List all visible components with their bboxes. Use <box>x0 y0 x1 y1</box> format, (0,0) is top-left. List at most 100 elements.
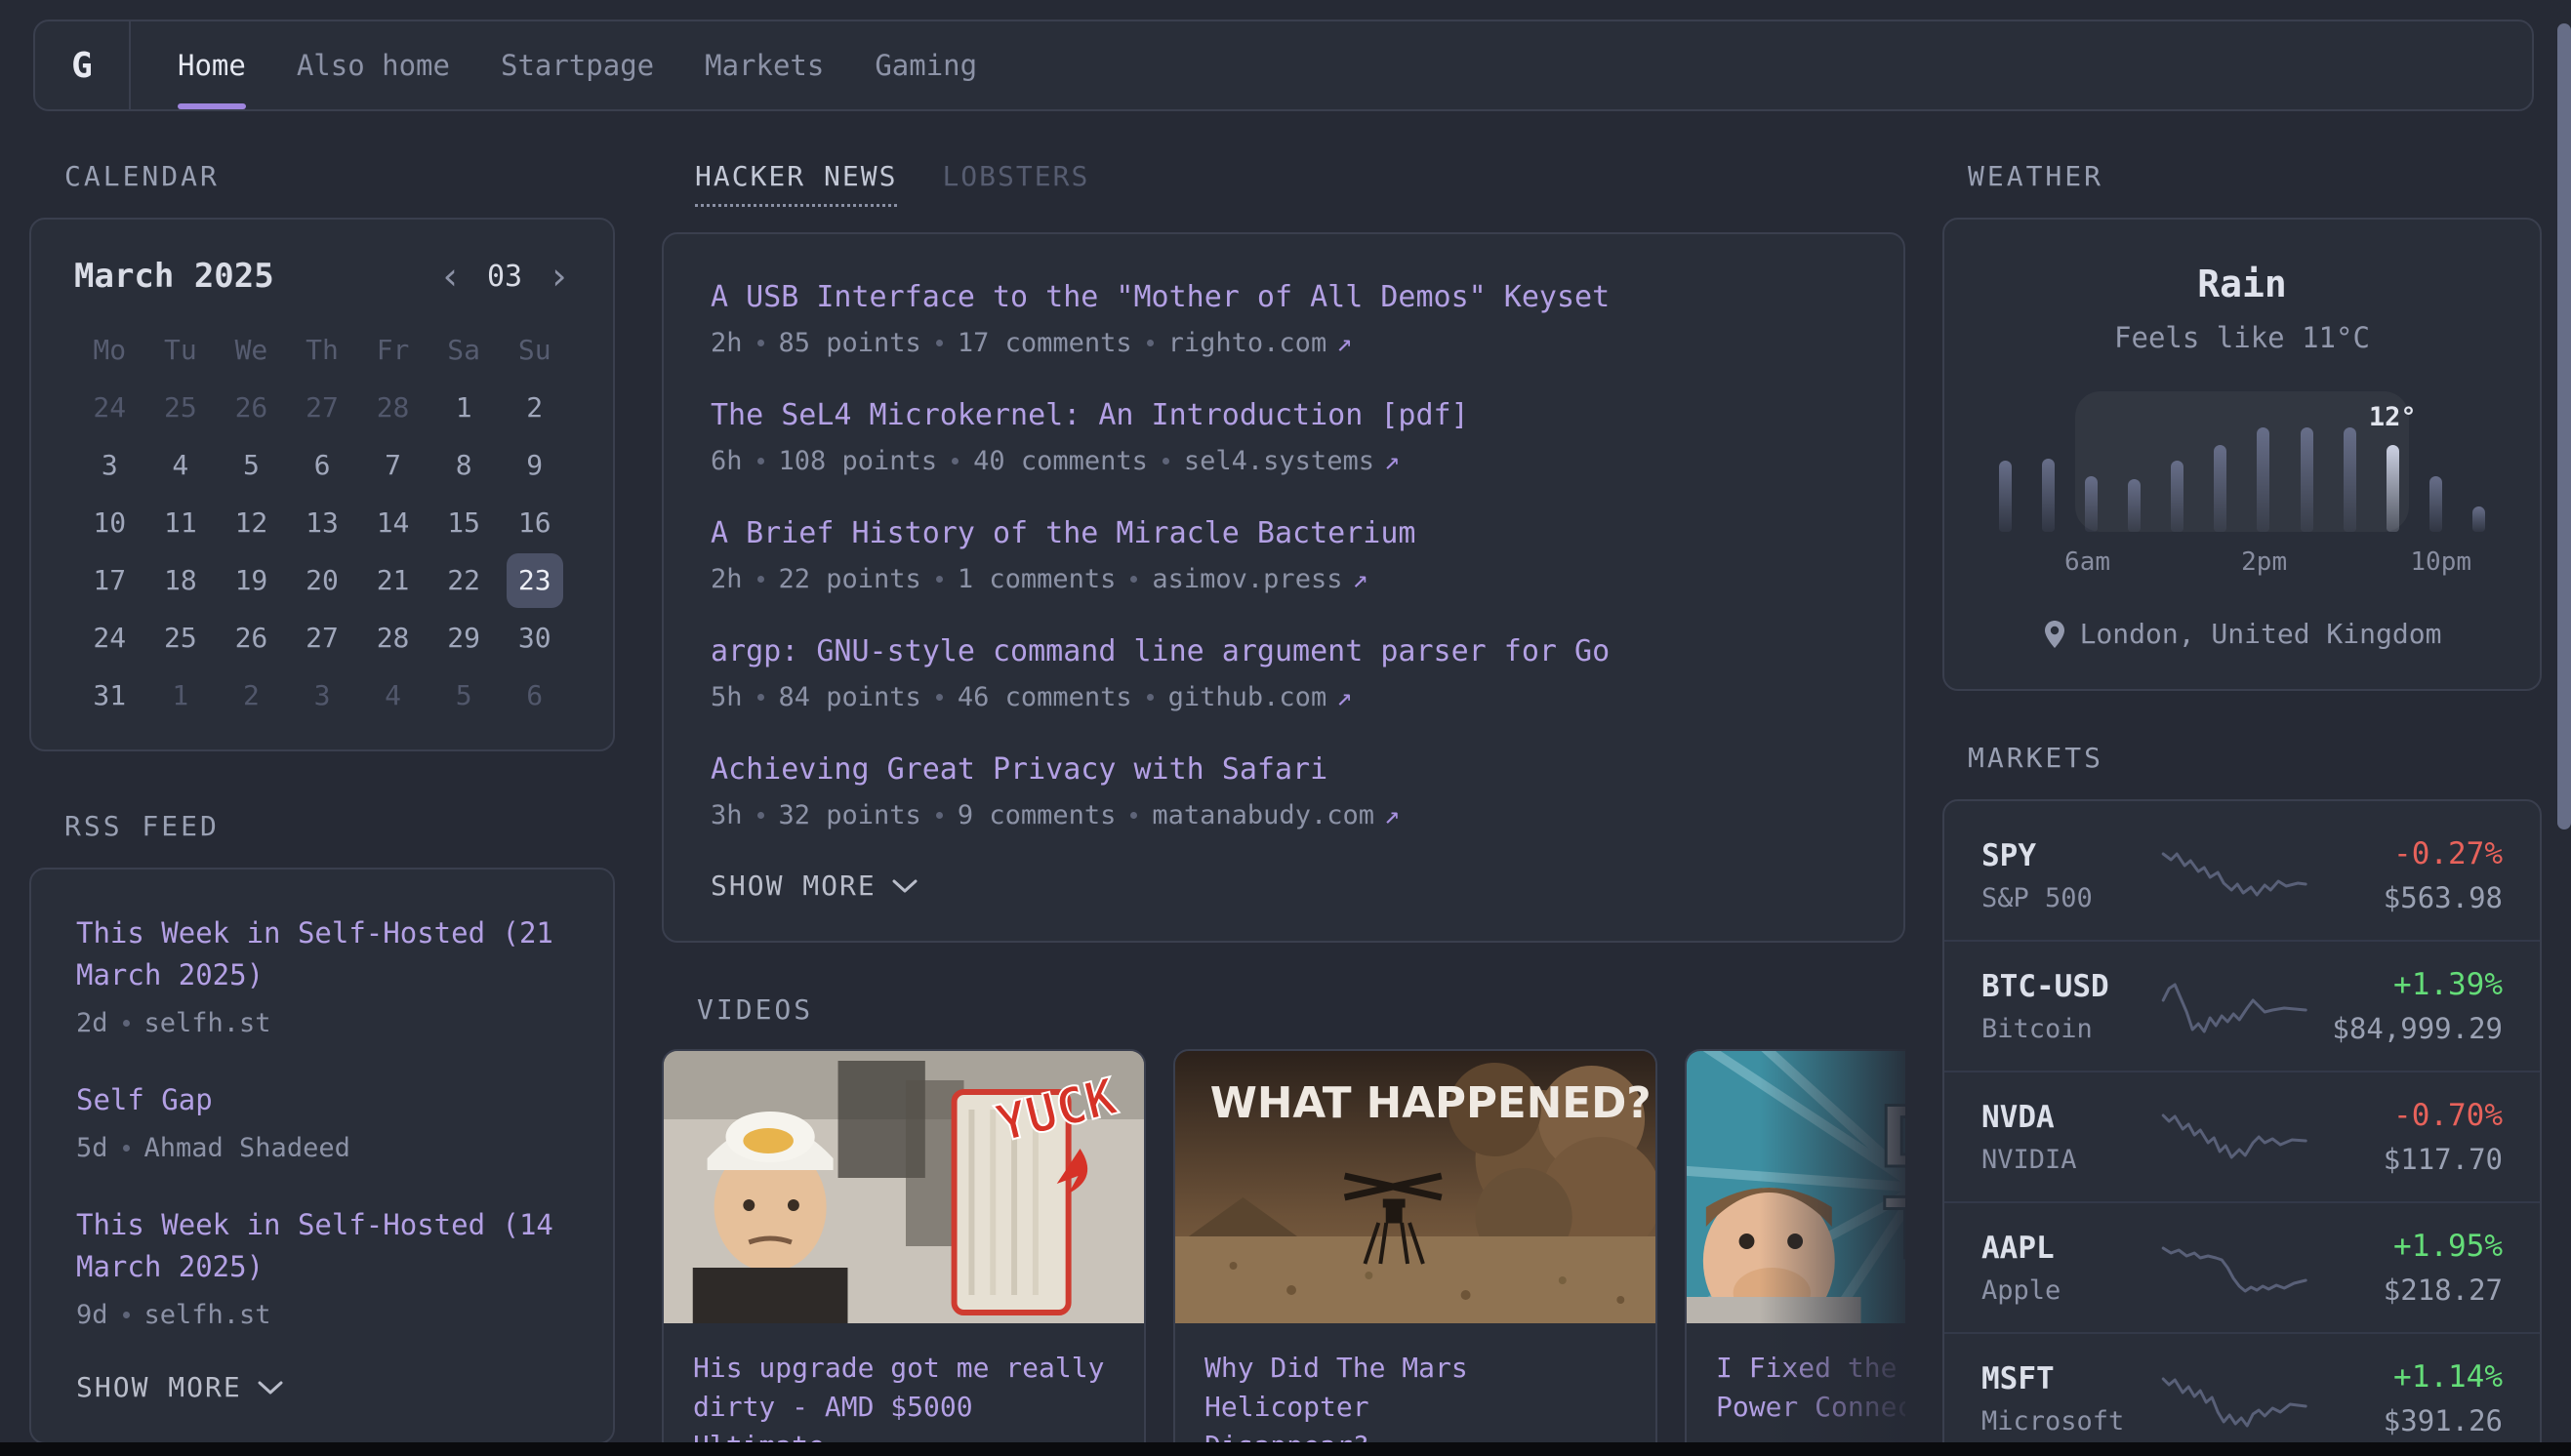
app-logo[interactable]: G <box>35 21 131 109</box>
top-navbar: G Home Also home Startpage Markets Gaming <box>33 20 2534 111</box>
external-link-icon: ↗ <box>1384 800 1400 830</box>
dot-separator <box>123 1312 130 1318</box>
video-card[interactable]: DO T I Fixed the 5090's Power Connector … <box>1685 1049 1905 1456</box>
hacker-news-widget: A USB Interface to the "Mother of All De… <box>662 232 1905 943</box>
chevron-down-icon <box>892 878 918 894</box>
rss-item: Self Gap5dAhmad Shadeed <box>76 1079 568 1163</box>
rss-item-title[interactable]: Self Gap <box>76 1079 568 1121</box>
market-row[interactable]: SPYS&P 500-0.27%$563.98 <box>1944 811 2540 940</box>
news-item-domain-link[interactable]: matanabudy.com <box>1152 800 1374 830</box>
dot-separator <box>123 1145 130 1152</box>
nav-item-startpage[interactable]: Startpage <box>501 21 654 109</box>
tab-lobsters[interactable]: LOBSTERS <box>942 160 1089 207</box>
market-values: +1.95%$218.27 <box>2313 1229 2503 1307</box>
nav-item-gaming[interactable]: Gaming <box>875 21 977 109</box>
market-price: $117.70 <box>2313 1143 2503 1176</box>
news-item-domain-link[interactable]: righto.com <box>1168 328 1327 358</box>
calendar-weekday: Th <box>287 321 358 379</box>
news-item-meta: 5h84 points46 commentsgithub.com↗ <box>711 682 1857 712</box>
calendar-day: 22 <box>428 551 500 609</box>
calendar-day: 25 <box>145 609 217 667</box>
video-thumbnail: DO T <box>1687 1051 1905 1323</box>
video-title[interactable]: Why Did The Mars Helicopter Disappear? <box>1204 1349 1626 1456</box>
market-info: BTC-USDBitcoin <box>1981 969 2156 1044</box>
external-link-icon: ↗ <box>1352 564 1367 594</box>
news-item-comments: 1 comments <box>958 564 1117 594</box>
calendar-day: 2 <box>499 379 570 436</box>
weather-bars: 12° <box>1999 425 2485 532</box>
market-values: -0.27% $563.98 <box>2313 836 2503 914</box>
nav-item-markets[interactable]: Markets <box>705 21 824 109</box>
weather-bar <box>1999 461 2012 532</box>
news-item-domain-link[interactable]: asimov.press <box>1152 564 1342 594</box>
rss-item-title[interactable]: This Week in Self-Hosted (14 March 2025) <box>76 1204 568 1288</box>
video-title[interactable]: I Fixed the 5090's Power Connector Probl… <box>1716 1349 1905 1427</box>
markets-list: SPYS&P 500-0.27%$563.98BTC-USDBitcoin+1.… <box>1944 811 2540 1456</box>
news-item-title[interactable]: argp: GNU-style command line argument pa… <box>711 633 1857 670</box>
rss-item-title[interactable]: This Week in Self-Hosted (21 March 2025) <box>76 912 568 996</box>
news-item-domain-link[interactable]: sel4.systems <box>1184 446 1374 476</box>
rss-item-source: selfh.st <box>144 1300 271 1330</box>
tab-hacker-news[interactable]: HACKER NEWS <box>695 160 897 207</box>
calendar-day: 4 <box>357 667 428 724</box>
news-item-domain-link[interactable]: github.com <box>1168 682 1327 712</box>
news-item-points: 84 points <box>779 682 921 712</box>
video-card[interactable]: YUCK His upgrade got me really dirty - A… <box>662 1049 1146 1456</box>
rss-item: This Week in Self-Hosted (14 March 2025)… <box>76 1204 568 1330</box>
calendar-prev-icon[interactable]: ‹ <box>439 262 462 291</box>
news-item-title[interactable]: Achieving Great Privacy with Safari <box>711 751 1857 789</box>
nav-item-home[interactable]: Home <box>178 21 246 109</box>
video-card[interactable]: WHAT HAPPENED? Why Did The Mars Helicopt… <box>1173 1049 1657 1456</box>
market-sparkline <box>2156 1236 2312 1299</box>
news-item-title[interactable]: A Brief History of the Miracle Bacterium <box>711 515 1857 552</box>
market-change: -0.27% <box>2313 836 2503 871</box>
market-row[interactable]: NVDANVIDIA-0.70%$117.70 <box>1944 1071 2540 1201</box>
weather-section-title: WEATHER <box>1942 160 2542 192</box>
video-thumbnail: WHAT HAPPENED? <box>1175 1051 1655 1323</box>
scrollbar-thumb[interactable] <box>2557 23 2571 829</box>
dot-separator <box>936 576 943 583</box>
news-item: A Brief History of the Miracle Bacterium… <box>711 515 1857 594</box>
market-sparkline <box>2156 844 2312 907</box>
video-title[interactable]: His upgrade got me really dirty - AMD $5… <box>693 1349 1115 1456</box>
dot-separator <box>757 812 764 819</box>
dot-separator <box>757 340 764 346</box>
news-item-comments: 9 comments <box>958 800 1117 830</box>
news-item-age: 2h <box>711 328 743 358</box>
markets-section-title: MARKETS <box>1942 742 2542 774</box>
news-item-points: 32 points <box>779 800 921 830</box>
calendar-next-icon[interactable]: › <box>548 262 570 291</box>
news-item-title[interactable]: The SeL4 Microkernel: An Introduction [p… <box>711 397 1857 434</box>
left-column: CALENDAR March 2025 ‹ 03 › MoTuWeThFrSaS… <box>29 146 615 1456</box>
calendar-day: 6 <box>287 436 358 494</box>
calendar-day: 16 <box>499 494 570 551</box>
news-item: A USB Interface to the "Mother of All De… <box>711 279 1857 358</box>
dot-separator <box>1147 694 1154 701</box>
market-info: MSFTMicrosoft <box>1981 1361 2156 1436</box>
weather-location: London, United Kingdom <box>2080 618 2442 650</box>
market-values: -0.70%$117.70 <box>2313 1098 2503 1176</box>
market-price: $563.98 <box>2313 881 2503 914</box>
market-price: $84,999.29 <box>2313 1012 2503 1045</box>
calendar-grid: MoTuWeThFrSaSu24252627281234567891011121… <box>74 321 570 724</box>
market-row[interactable]: BTC-USDBitcoin+1.39%$84,999.29 <box>1944 940 2540 1071</box>
market-row[interactable]: MSFTMicrosoft+1.14%$391.26 <box>1944 1332 2540 1456</box>
weather-hourly-chart: 12° <box>1999 425 2485 532</box>
news-show-more-button[interactable]: SHOW MORE <box>711 870 1857 902</box>
nav-item-also-home[interactable]: Also home <box>297 21 450 109</box>
dot-separator <box>757 576 764 583</box>
news-item-points: 85 points <box>779 328 921 358</box>
market-row[interactable]: AAPLApple+1.95%$218.27 <box>1944 1201 2540 1332</box>
news-item-meta: 2h85 points17 commentsrighto.com↗ <box>711 328 1857 358</box>
news-item-title[interactable]: A USB Interface to the "Mother of All De… <box>711 279 1857 316</box>
rss-section-title: RSS FEED <box>29 810 615 842</box>
rss-show-more-button[interactable]: SHOW MORE <box>76 1371 568 1403</box>
calendar-day: 13 <box>287 494 358 551</box>
calendar-day: 3 <box>287 667 358 724</box>
calendar-day: 5 <box>216 436 287 494</box>
markets-widget: SPYS&P 500-0.27%$563.98BTC-USDBitcoin+1.… <box>1942 799 2542 1456</box>
calendar-day: 17 <box>74 551 145 609</box>
news-item: argp: GNU-style command line argument pa… <box>711 633 1857 712</box>
videos-section-title: VIDEOS <box>662 993 1905 1026</box>
calendar-day: 20 <box>287 551 358 609</box>
